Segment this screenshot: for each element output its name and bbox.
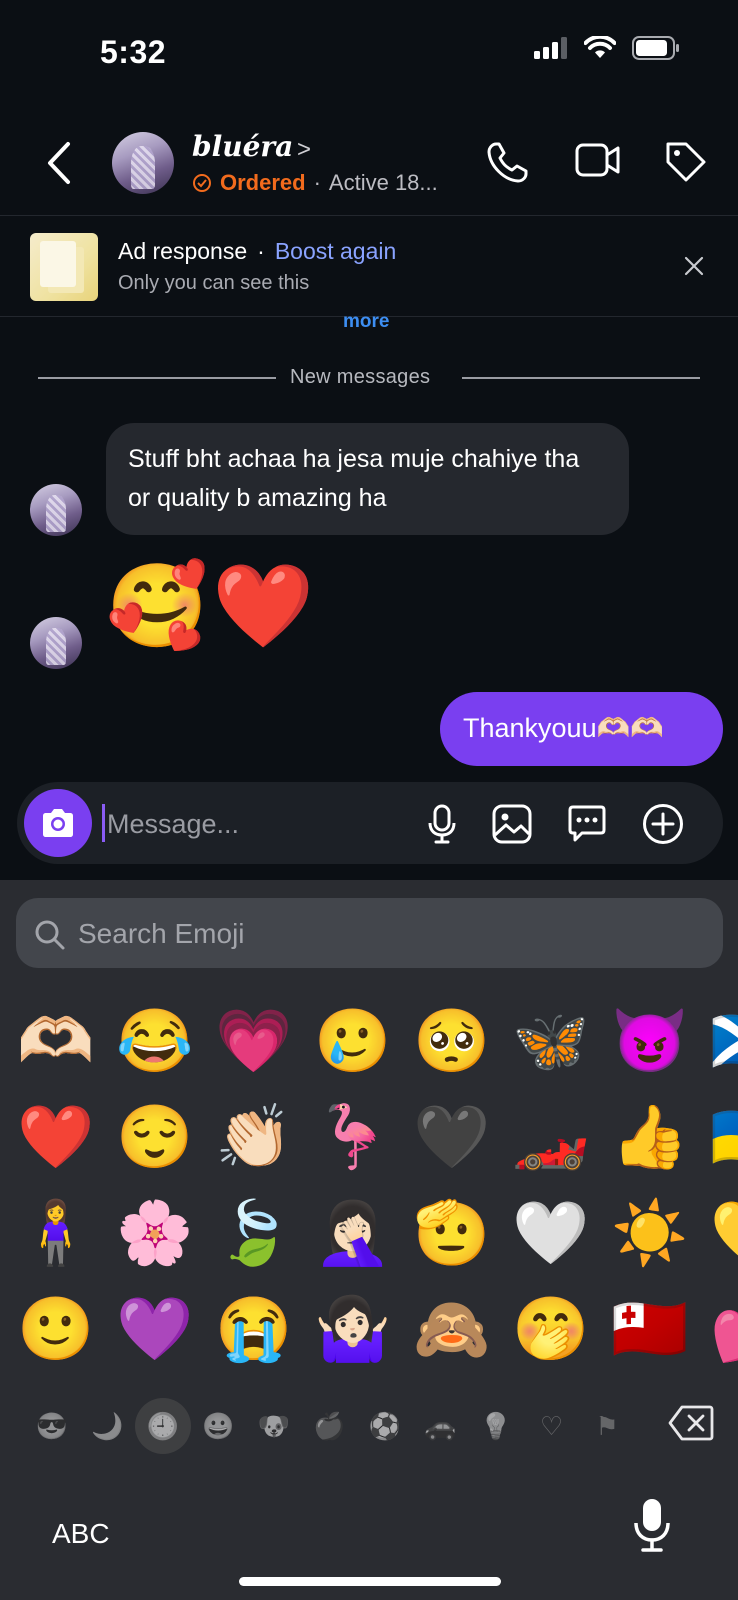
emoji-key[interactable]: 🏎️ xyxy=(505,1092,597,1184)
emoji-key[interactable]: 🙂 xyxy=(10,1284,102,1366)
ad-title-row: Ad response · Boost again xyxy=(118,238,396,265)
ad-subtitle: Only you can see this xyxy=(118,272,310,294)
emoji-grid: 🫶🏻😂💗🥲🥺🦋😈🏴󠁧󠁢󠁳󠁣󠁴󠁿 ❤️😌👏🏻🦩🖤🏎️👍🇺🇦 🧍‍♀️🌸🍃🤦🏻‍♀️🫡🤍… xyxy=(0,996,738,1366)
emoji-key[interactable]: 🤦🏻‍♀️ xyxy=(307,1188,399,1280)
microphone-button[interactable] xyxy=(420,802,464,846)
ordered-icon xyxy=(193,174,211,192)
tag-icon[interactable] xyxy=(664,140,708,184)
emoji-key[interactable]: 😈 xyxy=(604,996,696,1088)
emoji-key[interactable]: 🫶🏻 xyxy=(10,996,102,1088)
emoji-key[interactable]: 💕 xyxy=(703,1284,738,1366)
more-link[interactable]: more xyxy=(343,311,389,333)
status-time: 5:32 xyxy=(100,34,167,70)
emoji-key[interactable]: 🙈 xyxy=(406,1284,498,1366)
ad-thumbnail[interactable] xyxy=(30,233,98,301)
incoming-message-text: Stuff bht achaa ha jesa muje chahiye tha… xyxy=(128,445,580,512)
emoji-key[interactable]: 🇹🇴 xyxy=(604,1284,696,1366)
emoji-category-tab[interactable]: ⚽ xyxy=(357,1398,413,1454)
emoji-key[interactable]: 🦋 xyxy=(505,996,597,1088)
emoji-key[interactable]: 🥺 xyxy=(406,996,498,1088)
emoji-category-tab[interactable]: 🚗 xyxy=(413,1398,469,1454)
emoji-category-tab[interactable]: ⚑ xyxy=(579,1398,635,1454)
emoji-category-tab[interactable]: 🕘 xyxy=(135,1398,191,1454)
backspace-icon[interactable] xyxy=(668,1404,714,1442)
chevron-right-icon[interactable]: > xyxy=(297,136,311,164)
emoji-category-tab[interactable]: 🍎 xyxy=(302,1398,358,1454)
dictation-microphone-icon[interactable] xyxy=(632,1497,672,1553)
active-status: Active 18... xyxy=(328,170,438,195)
new-messages-line-right xyxy=(462,377,700,379)
contact-avatar[interactable] xyxy=(112,132,174,194)
home-indicator[interactable] xyxy=(239,1577,501,1586)
emoji-key[interactable]: 🍃 xyxy=(208,1188,300,1280)
boost-again-link[interactable]: Boost again xyxy=(275,238,396,265)
emoji-key[interactable]: 💗 xyxy=(208,996,300,1088)
phone-icon[interactable] xyxy=(484,140,530,186)
emoji-category-tab[interactable]: 🐶 xyxy=(246,1398,302,1454)
wifi-icon xyxy=(584,36,616,58)
outgoing-message-text: Thankyouu🫶🏻🫶🏻 xyxy=(463,713,664,743)
signal-icon xyxy=(534,37,567,59)
emoji-key[interactable]: 🥲 xyxy=(307,996,399,1088)
sticker-icon xyxy=(568,805,606,842)
microphone-icon xyxy=(428,804,456,844)
emoji-key[interactable]: 🤷🏻‍♀️ xyxy=(307,1284,399,1366)
emoji-category-tab[interactable]: 😎 xyxy=(24,1398,80,1454)
contact-subtitle: Ordered · Active 18... xyxy=(192,170,438,196)
emoji-search-input[interactable] xyxy=(78,914,578,954)
emoji-key[interactable]: 💛 xyxy=(703,1188,738,1280)
video-icon[interactable] xyxy=(574,140,622,180)
separator: · xyxy=(313,170,321,195)
emoji-category-tab[interactable]: 💡 xyxy=(468,1398,524,1454)
ad-separator: · xyxy=(257,238,265,264)
camera-icon xyxy=(43,809,73,837)
ordered-badge: Ordered xyxy=(220,170,306,195)
emoji-category-tab[interactable]: ♡ xyxy=(524,1398,580,1454)
emoji-key[interactable]: 🫡 xyxy=(406,1188,498,1280)
new-messages-line-left xyxy=(38,377,276,379)
contact-name[interactable]: bluéra xyxy=(192,130,293,163)
ad-response-label: Ad response xyxy=(118,238,248,264)
emoji-key[interactable]: 🇺🇦 xyxy=(703,1092,738,1184)
close-icon[interactable] xyxy=(683,255,705,277)
emoji-key[interactable]: ❤️ xyxy=(10,1092,102,1184)
sender-avatar[interactable] xyxy=(30,617,82,669)
new-messages-label: New messages xyxy=(290,366,431,388)
emoji-category-tab[interactable]: 😀 xyxy=(191,1398,247,1454)
emoji-key[interactable]: 🏴󠁧󠁢󠁳󠁣󠁴󠁿 xyxy=(703,996,738,1088)
incoming-emoji-message[interactable]: 🥰❤️ xyxy=(106,566,318,648)
sticker-button[interactable] xyxy=(565,802,609,846)
emoji-category-tab[interactable]: 🌙 xyxy=(80,1398,136,1454)
emoji-key[interactable]: 🤭 xyxy=(505,1284,597,1366)
status-icons xyxy=(534,36,680,60)
emoji-key[interactable]: 👏🏻 xyxy=(208,1092,300,1184)
emoji-key[interactable]: ☀️ xyxy=(604,1188,696,1280)
message-input[interactable] xyxy=(107,805,397,843)
gallery-button[interactable] xyxy=(490,802,534,846)
emoji-key[interactable]: 🌸 xyxy=(109,1188,201,1280)
sender-avatar[interactable] xyxy=(30,484,82,536)
emoji-key[interactable]: 🧍‍♀️ xyxy=(10,1188,102,1280)
back-button[interactable] xyxy=(40,136,80,190)
emoji-key[interactable]: 🤍 xyxy=(505,1188,597,1280)
header-divider xyxy=(0,215,738,216)
search-icon xyxy=(35,920,65,950)
emoji-key[interactable]: 🦩 xyxy=(307,1092,399,1184)
plus-icon xyxy=(643,804,683,844)
camera-button[interactable] xyxy=(24,789,92,857)
emoji-key[interactable]: 😂 xyxy=(109,996,201,1088)
emoji-key[interactable]: 😌 xyxy=(109,1092,201,1184)
emoji-key[interactable]: 👍 xyxy=(604,1092,696,1184)
battery-icon xyxy=(632,36,679,60)
plus-button[interactable] xyxy=(641,802,685,846)
emoji-category-bar: 😎 🌙 🕘 😀 🐶 🍎 ⚽ 🚗 💡 ♡ ⚑ xyxy=(0,1398,738,1458)
text-cursor xyxy=(102,804,105,842)
emoji-key[interactable]: 💜 xyxy=(109,1284,201,1366)
abc-key[interactable]: ABC xyxy=(52,1518,110,1550)
emoji-key[interactable]: 🖤 xyxy=(406,1092,498,1184)
emoji-key[interactable]: 😭 xyxy=(208,1284,300,1366)
gallery-icon xyxy=(492,804,532,844)
